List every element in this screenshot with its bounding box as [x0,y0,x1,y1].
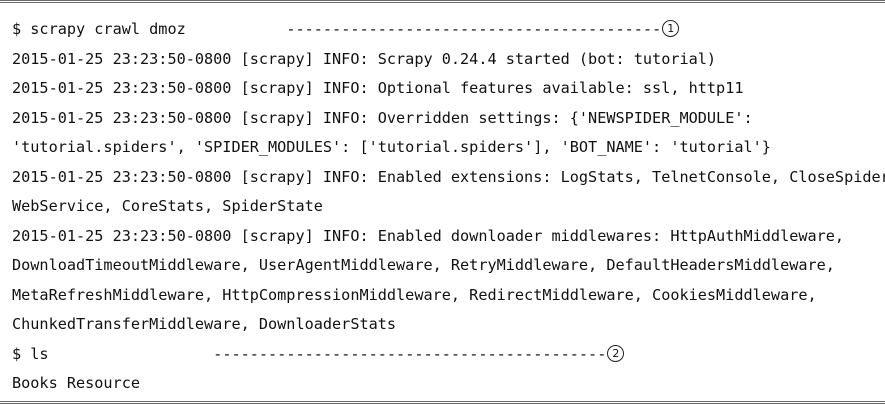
command-line-crawl: $ scrapy crawl dmoz --------------------… [12,15,875,45]
log-line: WebService, CoreStats, SpiderState [12,197,323,215]
ls-output-line: Books Resource [12,374,141,392]
terminal-window: $ scrapy crawl dmoz --------------------… [0,0,885,404]
log-line: DownloadTimeoutMiddleware, UserAgentMidd… [12,256,835,274]
log-line: 2015-01-25 23:23:50-0800 [scrapy] INFO: … [12,226,845,245]
command-line-ls: $ ls -----------------------------------… [12,340,875,370]
log-line: 2015-01-25 23:23:50-0800 [scrapy] INFO: … [12,108,753,127]
terminal-output: $ scrapy crawl dmoz --------------------… [12,15,885,399]
log-line: 2015-01-25 23:23:50-0800 [scrapy] INFO: … [12,79,744,97]
log-line: 2015-01-25 23:23:50-0800 [scrapy] INFO: … [12,167,885,186]
command-text: $ scrapy crawl dmoz [12,20,186,38]
log-line: 2015-01-25 23:23:50-0800 [scrapy] INFO: … [12,49,717,68]
circled-number-marker: 1 [662,20,680,37]
command-text: $ ls [12,344,49,363]
log-line: MetaRefreshMiddleware, HttpCompressionMi… [12,285,817,304]
log-line: 'tutorial.spiders', 'SPIDER_MODULES': ['… [12,138,771,156]
annotation-leader: ----------------------------------------… [213,344,607,363]
circled-number-marker: 2 [607,344,625,362]
annotation-leader: ----------------------------------------… [286,20,662,38]
log-line: ChunkedTransferMiddleware, DownloaderSta… [12,315,397,333]
